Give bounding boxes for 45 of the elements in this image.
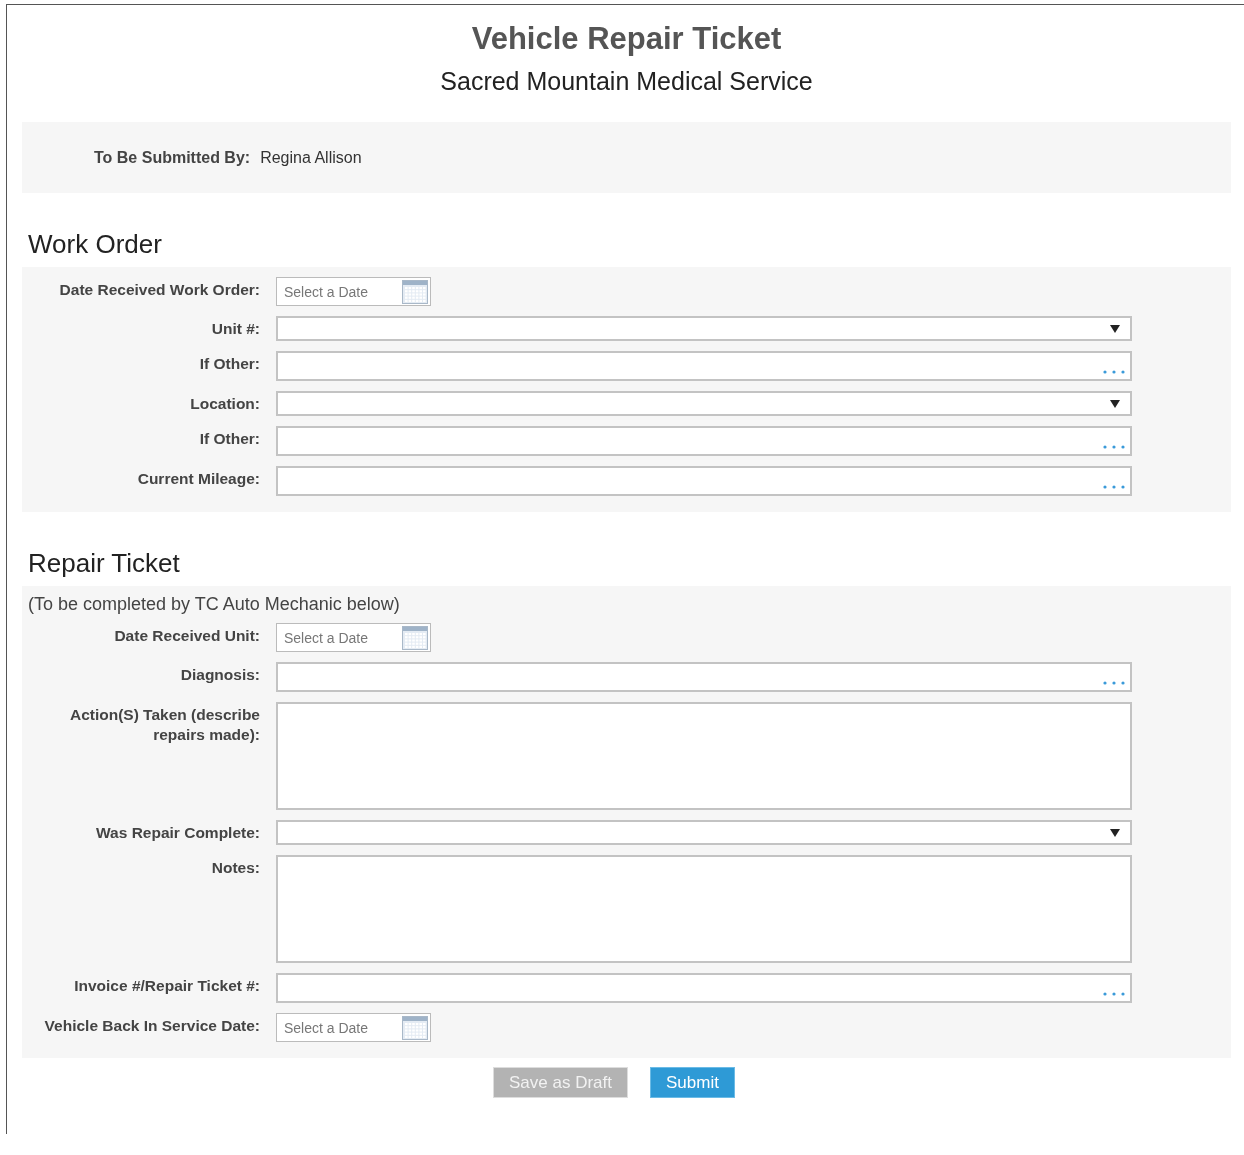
dropdown-field[interactable] [276,820,1132,845]
field-label: Location: [189,394,260,414]
field-label: If Other: [198,354,260,374]
field-label: Current Mileage: [136,469,260,489]
page-title: Vehicle Repair Ticket [470,21,783,57]
section-note: (To be completed by TC Auto Mechanic below) [27,593,401,615]
field-label: If Other: [198,429,260,449]
date-field[interactable]: Select a Date [276,623,431,652]
page-subtitle: Sacred Mountain Medical Service [439,67,814,96]
ellipsis-icon[interactable] [1103,681,1125,685]
field-label: Date Received Work Order: [58,280,260,300]
input-field[interactable] [276,351,1132,381]
ellipsis-icon[interactable] [1103,485,1125,489]
submitter-name: Regina Allison [260,148,362,167]
field-label: Action(S) Taken (describe repairs made): [68,705,260,745]
section-heading: Repair Ticket [28,548,181,580]
field-label: Vehicle Back In Service Date: [43,1016,260,1036]
field-label: Unit #: [210,319,260,339]
calendar-icon[interactable] [402,625,428,650]
field-label: Invoice #/Repair Ticket #: [73,976,260,996]
input-field[interactable] [276,662,1132,692]
input-field[interactable] [276,466,1132,496]
ellipsis-icon[interactable] [1103,992,1125,996]
field-label: Diagnosis: [179,665,260,685]
text-area[interactable] [276,702,1132,810]
date-field[interactable]: Select a Date [276,277,431,306]
caret-icon [1110,827,1120,838]
text-area[interactable] [276,855,1132,963]
submit-button[interactable]: Submit [650,1067,735,1098]
calendar-icon[interactable] [402,1015,428,1040]
field-label: To Be Submitted By: [94,148,251,167]
field-label: Was Repair Complete: [95,823,260,843]
dropdown-field[interactable] [276,391,1132,416]
field-label: Notes: [210,858,260,878]
section-heading: Work Order [28,229,163,261]
dropdown-field[interactable] [276,316,1132,341]
ellipsis-icon[interactable] [1103,445,1125,449]
ellipsis-icon[interactable] [1103,370,1125,374]
calendar-icon[interactable] [402,279,428,304]
caret-icon [1110,323,1120,334]
input-field[interactable] [276,973,1132,1003]
caret-icon [1110,398,1120,409]
input-field[interactable] [276,426,1132,456]
field-label: Date Received Unit: [113,626,260,646]
date-field[interactable]: Select a Date [276,1013,431,1042]
